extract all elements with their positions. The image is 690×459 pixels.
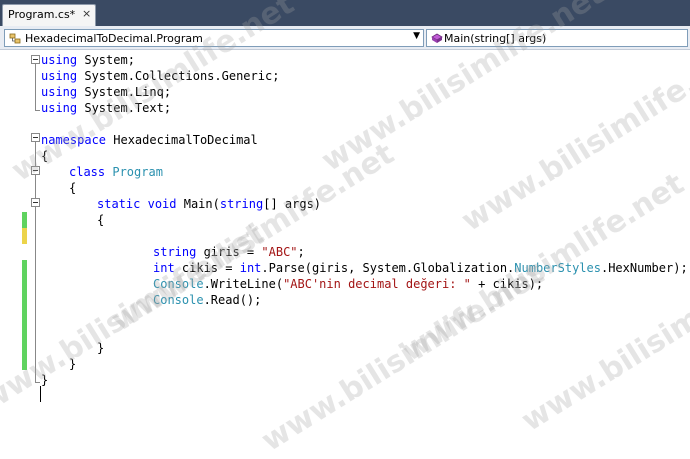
code-line: Console.Read(); [153, 293, 262, 307]
code-line: using System.Collections.Generic; [41, 69, 280, 83]
code-line: int cikis = int.Parse(giris, System.Glob… [153, 261, 688, 275]
collapse-icon[interactable] [31, 133, 40, 142]
code-line: } [41, 373, 49, 387]
outline-line [35, 64, 36, 110]
code-line: { [69, 181, 77, 195]
code-line: using System.Text; [41, 101, 172, 115]
tab-program-cs[interactable]: Program.cs* × [2, 4, 96, 26]
code-line: } [97, 341, 105, 355]
code-line: { [41, 149, 49, 163]
collapse-icon[interactable] [31, 55, 40, 64]
code-line: using System; [41, 53, 135, 67]
outline-line [35, 382, 40, 383]
code-line: static void Main(string[] args) [97, 197, 322, 211]
code-line: using System.Linq; [41, 85, 172, 99]
change-marker-saved [22, 260, 27, 370]
document-tab-bar: Program.cs* × [0, 0, 690, 26]
code-line: class Program [69, 165, 163, 179]
change-marker-saved [22, 212, 27, 228]
collapse-icon[interactable] [31, 198, 40, 207]
chevron-down-icon[interactable]: ▼ [413, 31, 420, 41]
member-dropdown-value: Main(string[] args) [444, 32, 547, 45]
change-marker-unsaved [22, 228, 27, 244]
text-caret [40, 386, 41, 402]
outline-line [35, 142, 36, 382]
close-icon[interactable]: × [82, 7, 91, 20]
code-line: } [69, 357, 77, 371]
class-icon [9, 33, 21, 44]
method-icon [431, 33, 443, 43]
navigation-bar: HexadecimalToDecimal.Program ▼ Main(stri… [0, 26, 690, 50]
code-line: { [97, 213, 105, 227]
tab-label: Program.cs* [8, 8, 76, 21]
code-line: namespace HexadecimalToDecimal [41, 133, 258, 147]
code-line: Console.WriteLine("ABC'nin decimal değer… [153, 277, 544, 291]
collapse-icon[interactable] [31, 166, 40, 175]
type-dropdown-value: HexadecimalToDecimal.Program [25, 32, 203, 45]
member-dropdown[interactable]: Main(string[] args) [426, 29, 688, 47]
outline-line [35, 110, 40, 111]
type-dropdown[interactable]: HexadecimalToDecimal.Program ▼ [4, 29, 424, 47]
code-line: string giris = "ABC"; [153, 245, 305, 259]
